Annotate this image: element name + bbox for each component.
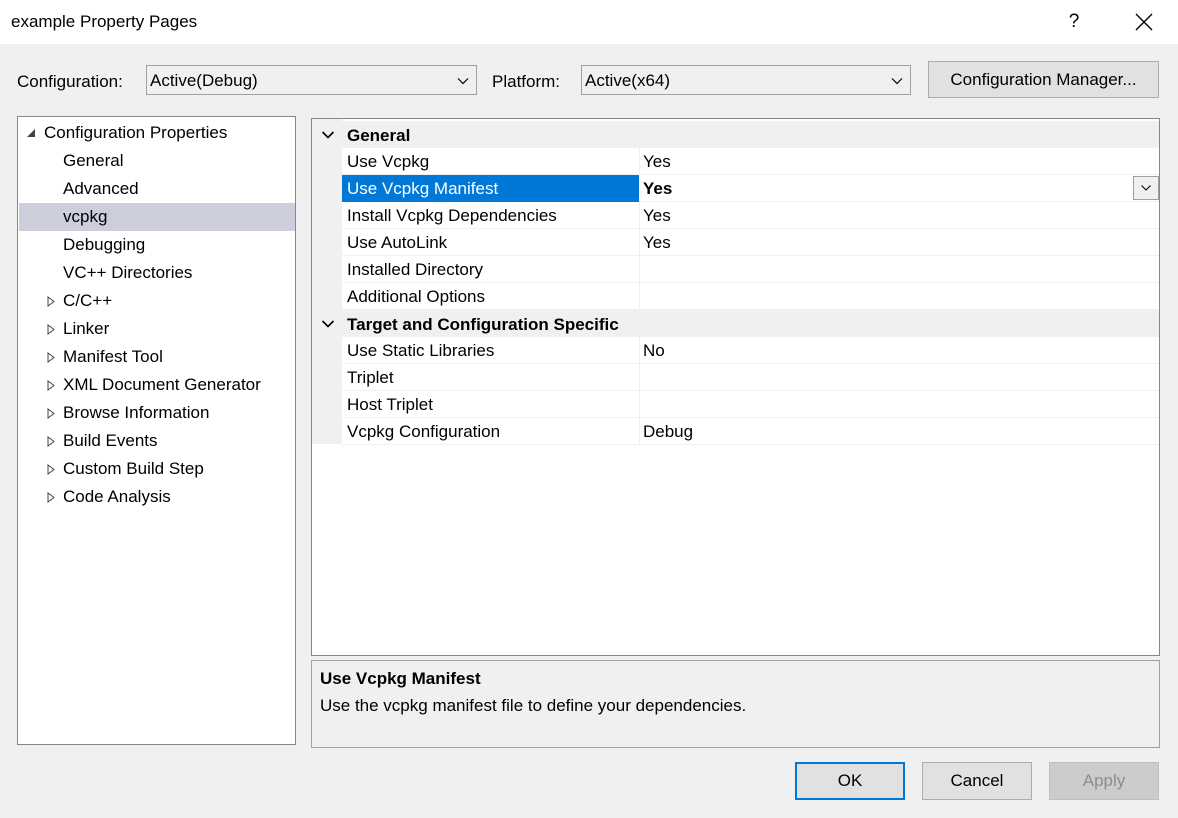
tree-item-label: Browse Information xyxy=(63,403,210,422)
description-panel: Use Vcpkg Manifest Use the vcpkg manifes… xyxy=(311,660,1160,748)
platform-label: Platform: xyxy=(492,72,561,91)
platform-dropdown[interactable]: Active(x64) xyxy=(581,65,911,95)
tree-item-general[interactable]: General xyxy=(19,147,295,175)
tree-item-custom-build-step[interactable]: Custom Build Step xyxy=(19,455,295,483)
expanded-triangle-icon[interactable] xyxy=(26,128,36,138)
tree-item-code-analysis[interactable]: Code Analysis xyxy=(19,483,295,511)
collapsed-triangle-icon[interactable] xyxy=(47,324,55,335)
tree-item-label: VC++ Directories xyxy=(63,263,193,282)
close-button[interactable] xyxy=(1130,8,1158,36)
category-target-and-configuration-specific: Target and Configuration Specific xyxy=(312,310,1159,337)
tree-item-browse-information[interactable]: Browse Information xyxy=(19,399,295,427)
property-row-use-static-libraries[interactable]: Use Static Libraries No xyxy=(342,337,1159,364)
property-value: Yes xyxy=(643,179,673,198)
property-value: No xyxy=(643,341,665,360)
close-icon xyxy=(1135,13,1153,31)
tree-item-label: Linker xyxy=(63,319,110,338)
tree-item-label: Build Events xyxy=(63,431,158,450)
tree-item-label: XML Document Generator xyxy=(63,375,261,394)
tree-item-label: Debugging xyxy=(63,235,146,254)
property-tree: Configuration Properties General Advance… xyxy=(17,116,296,745)
platform-value: Active(x64) xyxy=(585,71,671,90)
tree-item-label: Custom Build Step xyxy=(63,459,204,478)
tree-item-label: Advanced xyxy=(63,179,139,198)
column-separator xyxy=(639,202,640,229)
chevron-down-icon xyxy=(1141,185,1151,191)
column-separator xyxy=(639,364,640,391)
property-row-use-vcpkg-manifest[interactable]: Use Vcpkg Manifest Yes xyxy=(342,175,1159,202)
tree-item-vcpkg[interactable]: vcpkg xyxy=(19,203,295,231)
property-row-host-triplet[interactable]: Host Triplet xyxy=(342,391,1159,418)
category-general: General xyxy=(312,121,1159,148)
column-separator xyxy=(639,391,640,418)
property-row-triplet[interactable]: Triplet xyxy=(342,364,1159,391)
category-label: General xyxy=(347,126,411,145)
help-button[interactable]: ? xyxy=(1062,8,1086,36)
property-grid: General Use Vcpkg Yes Use Vcpkg Manifest… xyxy=(311,118,1160,656)
apply-button[interactable]: Apply xyxy=(1049,762,1159,800)
tree-item-c-cpp[interactable]: C/C++ xyxy=(19,287,295,315)
chevron-down-icon[interactable] xyxy=(321,128,335,142)
property-row-use-autolink[interactable]: Use AutoLink Yes xyxy=(342,229,1159,256)
description-title: Use Vcpkg Manifest xyxy=(320,669,481,688)
configuration-manager-button[interactable]: Configuration Manager... xyxy=(928,61,1159,98)
property-value: Yes xyxy=(643,206,671,225)
property-value: Yes xyxy=(643,152,671,171)
column-separator xyxy=(639,148,640,175)
property-row-installed-directory[interactable]: Installed Directory xyxy=(342,256,1159,283)
column-separator xyxy=(639,256,640,283)
collapsed-triangle-icon[interactable] xyxy=(47,436,55,447)
collapsed-triangle-icon[interactable] xyxy=(47,408,55,419)
property-row-vcpkg-configuration[interactable]: Vcpkg Configuration Debug xyxy=(342,418,1159,445)
configuration-label: Configuration: xyxy=(17,72,123,91)
property-value: Debug xyxy=(643,422,694,441)
title-bar: example Property Pages ? xyxy=(0,0,1178,44)
property-row-install-vcpkg-dependencies[interactable]: Install Vcpkg Dependencies Yes xyxy=(342,202,1159,229)
tree-item-linker[interactable]: Linker xyxy=(19,315,295,343)
tree-item-build-events[interactable]: Build Events xyxy=(19,427,295,455)
property-row-use-vcpkg[interactable]: Use Vcpkg Yes xyxy=(342,148,1159,175)
collapsed-triangle-icon[interactable] xyxy=(47,464,55,475)
tree-item-label: General xyxy=(63,151,124,170)
property-row-additional-options[interactable]: Additional Options xyxy=(342,283,1159,310)
collapsed-triangle-icon[interactable] xyxy=(47,296,55,307)
chevron-down-icon[interactable] xyxy=(321,317,335,331)
window-title: example Property Pages xyxy=(11,12,198,31)
tree-item-vc-directories[interactable]: VC++ Directories xyxy=(19,259,295,287)
configuration-dropdown[interactable]: Active(Debug) xyxy=(146,65,477,95)
tree-item-xml-document-generator[interactable]: XML Document Generator xyxy=(19,371,295,399)
tree-item-label: C/C++ xyxy=(63,291,113,310)
chevron-down-icon xyxy=(891,78,903,85)
property-value: Yes xyxy=(643,233,671,252)
chevron-down-icon xyxy=(457,78,469,85)
tree-item-configuration-properties[interactable]: Configuration Properties xyxy=(19,119,295,147)
column-separator xyxy=(639,229,640,256)
cancel-button[interactable]: Cancel xyxy=(922,762,1032,800)
collapsed-triangle-icon[interactable] xyxy=(47,380,55,391)
description-text: Use the vcpkg manifest file to define yo… xyxy=(320,696,747,715)
collapsed-triangle-icon[interactable] xyxy=(47,352,55,363)
property-name: Vcpkg Configuration xyxy=(347,422,501,441)
collapsed-triangle-icon[interactable] xyxy=(47,492,55,503)
column-separator xyxy=(639,283,640,310)
configuration-value: Active(Debug) xyxy=(150,71,258,90)
tree-item-manifest-tool[interactable]: Manifest Tool xyxy=(19,343,295,371)
tree-item-advanced[interactable]: Advanced xyxy=(19,175,295,203)
grid-gutter xyxy=(312,119,342,444)
tree-item-label: vcpkg xyxy=(63,207,108,226)
column-separator xyxy=(639,337,640,364)
category-label: Target and Configuration Specific xyxy=(347,315,619,334)
tree-item-label: Manifest Tool xyxy=(63,347,163,366)
tree-item-debugging[interactable]: Debugging xyxy=(19,231,295,259)
tree-item-label: Configuration Properties xyxy=(44,123,228,142)
ok-button[interactable]: OK xyxy=(795,762,905,800)
tree-item-label: Code Analysis xyxy=(63,487,171,506)
column-separator xyxy=(639,418,640,445)
value-dropdown-button[interactable] xyxy=(1133,176,1159,200)
